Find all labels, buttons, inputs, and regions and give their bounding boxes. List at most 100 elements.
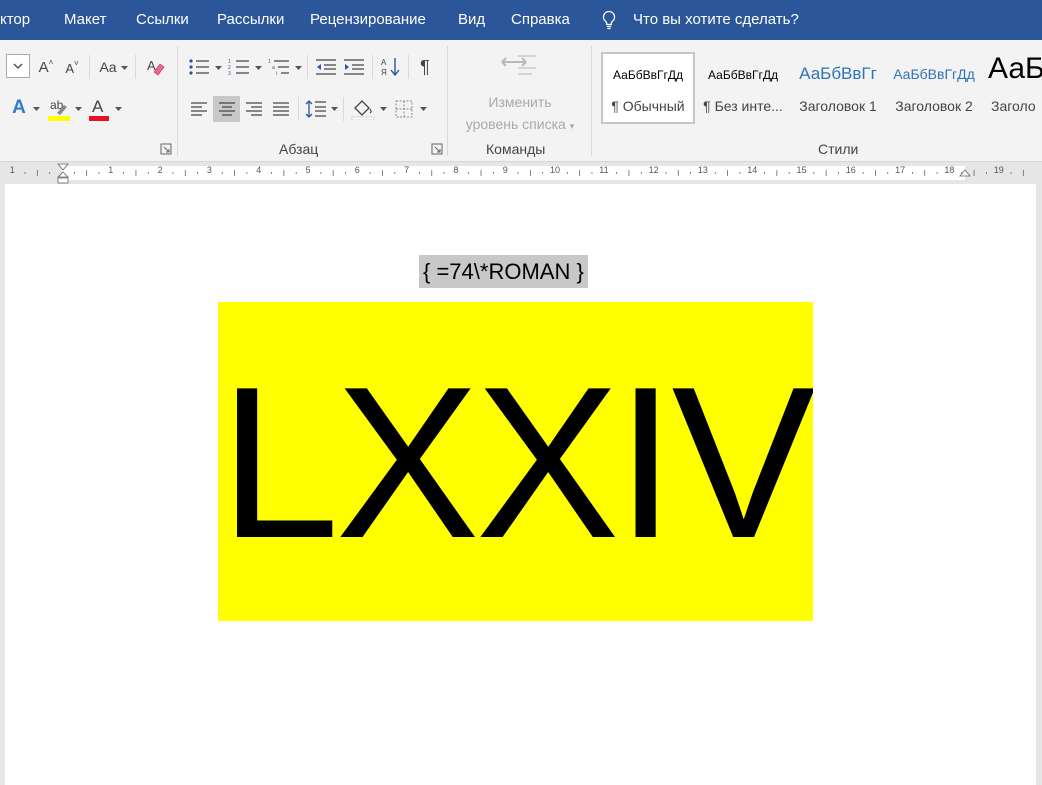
line-spacing-icon — [305, 100, 326, 118]
shading-button[interactable] — [349, 96, 377, 122]
ruler-number: 10 — [550, 165, 561, 175]
justify-button[interactable] — [268, 96, 294, 122]
style-title[interactable]: АаБ Заголо — [985, 52, 1042, 124]
change-list-level-icon-wrap[interactable] — [496, 50, 540, 84]
ruler-number: 8 — [453, 165, 459, 175]
group-separator — [447, 46, 448, 156]
align-right-button[interactable] — [241, 96, 267, 122]
ruler-number: 7 — [404, 165, 410, 175]
clear-formatting-button[interactable]: A — [143, 55, 167, 79]
style-normal[interactable]: АаБбВвГгДд ¶ Обычный — [601, 52, 695, 124]
ruler-number: 9 — [502, 165, 508, 175]
separator — [307, 55, 308, 79]
font-color-button[interactable]: A — [87, 96, 111, 122]
chevron-down-icon[interactable] — [295, 66, 302, 71]
ruler-number: 19 — [993, 165, 1004, 175]
chevron-down-icon[interactable] — [255, 66, 262, 71]
horizontal-ruler[interactable]: 1 1 2 3 4 5 6 7 8 9 10 11 12 13 14 15 16 17 18 19 — [0, 162, 1042, 184]
style-heading-2[interactable]: АаБбВвГгДд Заголовок 2 — [887, 52, 981, 124]
svg-text:a: a — [272, 65, 275, 71]
decrease-indent-icon — [316, 59, 336, 75]
styles-group-label: Стили — [818, 141, 859, 157]
style-heading-1-name: Заголовок 1 — [799, 98, 877, 114]
field-code[interactable]: { =74\*ROMAN } — [419, 255, 588, 288]
tab-view[interactable]: Вид — [458, 0, 485, 40]
ruler-number: 14 — [747, 165, 758, 175]
separator — [343, 97, 344, 121]
align-left-button[interactable] — [186, 96, 212, 122]
borders-button[interactable] — [391, 96, 417, 122]
separator — [372, 55, 373, 79]
highlight-color-bar — [48, 116, 70, 121]
bullet-list-icon — [189, 59, 209, 75]
font-size-dropdown[interactable] — [6, 54, 30, 78]
change-level-label-line1[interactable]: Изменить — [456, 91, 584, 113]
highlight-button[interactable]: ab — [46, 96, 72, 122]
chevron-down-icon[interactable] — [75, 107, 82, 112]
font-dialog-launcher-icon[interactable] — [160, 143, 172, 155]
grow-font-button[interactable]: A ˄ — [36, 56, 56, 78]
ruler-number: 3 — [206, 165, 212, 175]
paint-bucket-icon — [351, 100, 375, 120]
ruler-number: 18 — [944, 165, 955, 175]
chevron-down-icon[interactable] — [331, 107, 338, 112]
multilevel-list-button[interactable]: 1 a i — [266, 55, 292, 79]
multilevel-list-icon: 1 a i — [268, 59, 289, 76]
ruler-ticks — [24, 170, 1024, 176]
numbering-button[interactable]: 1 2 3 — [226, 55, 252, 79]
bullets-button[interactable] — [186, 55, 212, 79]
style-no-spacing[interactable]: АаБбВвГгДд ¶ Без инте... — [697, 52, 789, 124]
roman-result-box[interactable]: LXXIV — [218, 302, 813, 621]
borders-icon — [395, 100, 413, 118]
chevron-down-icon[interactable] — [420, 107, 427, 112]
decrease-indent-button[interactable] — [313, 55, 339, 79]
paragraph-group-label: Абзац — [279, 141, 319, 157]
style-title-sample: АаБ — [988, 52, 1042, 85]
chevron-down-icon[interactable] — [33, 107, 40, 112]
chevron-down-icon[interactable] — [115, 107, 122, 112]
change-list-level-icon — [501, 55, 536, 75]
sort-button[interactable]: A Я — [378, 55, 404, 79]
style-no-spacing-name: ¶ Без инте... — [703, 98, 783, 114]
lightbulb-icon[interactable] — [601, 10, 617, 30]
tab-konstruktor[interactable]: ктор — [0, 0, 30, 40]
style-heading-2-sample: АаБбВвГгДд — [893, 66, 975, 82]
line-spacing-button[interactable] — [303, 96, 329, 122]
right-indent-marker-icon[interactable] — [959, 169, 971, 179]
show-formatting-marks-button[interactable]: ¶ — [413, 54, 437, 80]
highlighter-icon — [57, 105, 67, 115]
ruler-number: 13 — [697, 165, 708, 175]
align-right-icon — [246, 102, 262, 116]
svg-text:A: A — [381, 58, 387, 67]
tab-references[interactable]: Ссылки — [136, 0, 189, 40]
roman-result-text: LXXIV — [219, 341, 813, 583]
tab-help[interactable]: Справка — [511, 0, 570, 40]
indent-marker-icon[interactable] — [57, 163, 69, 184]
change-case-button[interactable]: Aa — [96, 56, 120, 78]
increase-indent-button[interactable] — [341, 55, 367, 79]
shrink-font-button[interactable]: A ˅ — [62, 58, 82, 78]
tell-me-search[interactable]: Что вы хотите сделать? — [633, 0, 799, 40]
group-separator — [591, 46, 592, 156]
align-center-button[interactable] — [213, 96, 240, 122]
change-level-label-line2[interactable]: уровень списка ▾ — [456, 113, 584, 137]
text-effects-button[interactable]: A — [8, 96, 30, 120]
svg-text:Я: Я — [381, 68, 387, 77]
ribbon-tab-bar: ктор Макет Ссылки Рассылки Рецензировани… — [0, 0, 1042, 40]
chevron-down-icon[interactable] — [380, 107, 387, 112]
chevron-down-icon[interactable] — [121, 66, 128, 71]
tab-review[interactable]: Рецензирование — [310, 0, 426, 40]
separator — [135, 55, 136, 79]
style-heading-1[interactable]: АаБбВвГг Заголовок 1 — [791, 52, 885, 124]
chevron-down-icon[interactable] — [215, 66, 222, 71]
ruler-number: 2 — [157, 165, 163, 175]
document-left-margin — [0, 184, 5, 785]
paragraph-dialog-launcher-icon[interactable] — [431, 143, 443, 155]
ribbon: A ˄ A ˅ Aa A A ab A 1 2 3 1 a i A Я ¶ Аб… — [0, 40, 1042, 162]
document-right-margin — [1036, 184, 1042, 785]
svg-text:3: 3 — [228, 71, 231, 76]
svg-text:1: 1 — [268, 59, 271, 65]
tab-mailings[interactable]: Рассылки — [217, 0, 284, 40]
tab-layout[interactable]: Макет — [64, 0, 106, 40]
ruler-number: 5 — [305, 165, 311, 175]
